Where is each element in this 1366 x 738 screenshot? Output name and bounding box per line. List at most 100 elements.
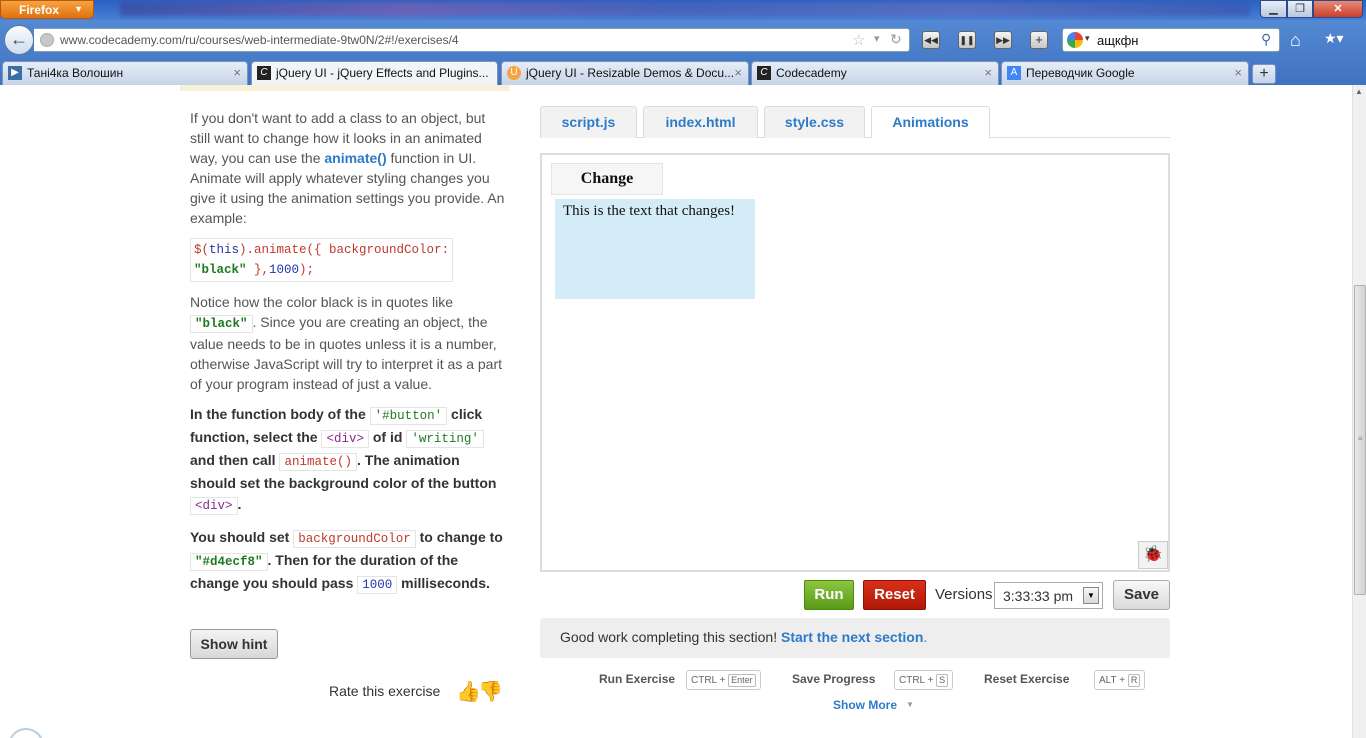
add-icon[interactable]: + xyxy=(1030,31,1048,49)
tab-strip: ▶ Тані4ка Волошин × C jQuery UI - jQuery… xyxy=(0,61,1366,85)
search-icon[interactable]: ⚲ xyxy=(1261,31,1271,48)
tab-codecademy[interactable]: C Codecademy × xyxy=(751,61,999,85)
chevron-down-icon[interactable]: ▼ xyxy=(1083,587,1099,604)
instructions-panel: If you don't want to add a class to an o… xyxy=(190,108,505,606)
page-scrollbar[interactable]: ▲ ≡ xyxy=(1352,85,1366,738)
fast-forward-icon[interactable]: ▶▶ xyxy=(994,31,1012,49)
url-bar[interactable]: www.codecademy.com/ru/courses/web-interm… xyxy=(34,28,910,52)
debug-bug-icon[interactable]: 🐞 xyxy=(1138,541,1168,569)
text: You should set xyxy=(190,529,294,545)
run-exercise-shortcut-label: Run Exercise xyxy=(599,672,676,686)
text: to change to xyxy=(415,529,503,545)
browser-chrome: Firefox ▼ ▁ ❐ ✕ ← www.codecademy.com/ru/… xyxy=(0,0,1366,85)
text: . xyxy=(237,496,242,512)
save-shortcut-keys: CTRL + S xyxy=(894,670,954,690)
bookmarks-menu-icon[interactable]: ★▾ xyxy=(1324,30,1354,50)
new-tab-button[interactable]: + xyxy=(1252,64,1276,84)
versions-select[interactable]: 3:33:33 pm ▼ xyxy=(994,582,1103,609)
version-value: 3:33:33 pm xyxy=(1003,588,1074,604)
show-hint-button[interactable]: Show hint xyxy=(190,629,278,659)
reload-icon[interactable]: ↻ xyxy=(890,31,902,48)
tab-jquery-effects[interactable]: C jQuery UI - jQuery Effects and Plugins… xyxy=(251,61,498,85)
save-progress-shortcut-label: Save Progress xyxy=(792,672,876,686)
home-icon[interactable]: ⌂ xyxy=(1290,30,1301,51)
navigation-toolbar: ← www.codecademy.com/ru/courses/web-inte… xyxy=(0,22,1366,60)
maximize-button[interactable]: ❐ xyxy=(1287,0,1313,18)
animate-doc-link[interactable]: animate() xyxy=(324,150,386,166)
tab-title: Codecademy xyxy=(776,66,847,80)
tab-google-translate[interactable]: A Переводчик Google × xyxy=(1001,61,1249,85)
key-modifier: ALT + xyxy=(1099,675,1128,686)
key-modifier: CTRL + xyxy=(899,675,937,686)
text: In the function body of the xyxy=(190,406,370,422)
inline-code: 1000 xyxy=(357,576,398,594)
code-line: $(this).animate({ backgroundColor: xyxy=(194,243,450,257)
bookmark-star-icon[interactable]: ☆ xyxy=(852,31,865,49)
inline-code: <div> xyxy=(321,430,369,448)
search-bar[interactable]: ▾ ащкфн ⚲ xyxy=(1062,28,1280,52)
text: milliseconds. xyxy=(397,575,490,591)
back-button[interactable]: ← xyxy=(4,25,34,55)
search-engine-dropdown-icon[interactable]: ▾ xyxy=(1085,33,1090,44)
inline-code: backgroundColor xyxy=(293,530,416,548)
help-widget[interactable] xyxy=(8,728,44,738)
close-tab-icon[interactable]: × xyxy=(233,65,241,80)
key-modifier: CTRL + xyxy=(691,675,729,686)
instruction-step-1: In the function body of the '#button' cl… xyxy=(190,404,505,517)
thumbs-down-icon[interactable]: 👎 xyxy=(478,679,503,704)
lesson-paragraph: If you don't want to add a class to an o… xyxy=(190,108,505,228)
section-complete-banner: Good work completing this section! Start… xyxy=(540,618,1170,658)
change-button[interactable]: Change xyxy=(551,163,663,195)
codecademy-icon: C xyxy=(257,66,271,80)
page-content: If you don't want to add a class to an o… xyxy=(0,85,1352,738)
code-line: "black" },1000); xyxy=(194,263,315,277)
tab-title: jQuery UI - Resizable Demos & Docu... xyxy=(526,66,735,80)
tab-title: Тані4ка Волошин xyxy=(27,66,124,80)
tab-index-html[interactable]: index.html xyxy=(643,106,758,138)
tab-tani4ka[interactable]: ▶ Тані4ка Волошин × xyxy=(2,61,248,85)
reset-exercise-shortcut-label: Reset Exercise xyxy=(984,672,1070,686)
scroll-thumb[interactable]: ≡ xyxy=(1354,285,1366,595)
scroll-up-icon[interactable]: ▲ xyxy=(1355,87,1363,96)
reset-shortcut-keys: ALT + R xyxy=(1094,670,1146,690)
play-icon: ▶ xyxy=(8,66,22,80)
show-more-link[interactable]: Show More xyxy=(833,698,897,712)
google-icon[interactable] xyxy=(1067,32,1083,48)
key-s: S xyxy=(936,674,949,687)
globe-icon xyxy=(40,33,54,47)
firefox-menu-button[interactable]: Firefox ▼ xyxy=(0,0,94,19)
writing-div: This is the text that changes! xyxy=(555,199,755,299)
title-bar: Firefox ▼ ▁ ❐ ✕ xyxy=(0,0,1366,20)
tab-animations[interactable]: Animations xyxy=(871,106,990,138)
rewind-icon[interactable]: ◀◀ xyxy=(922,31,940,49)
close-tab-icon[interactable]: × xyxy=(734,65,742,80)
tab-script-js[interactable]: script.js xyxy=(540,106,637,138)
close-tab-icon[interactable]: × xyxy=(984,65,992,80)
inline-code: "#d4ecf8" xyxy=(190,553,268,571)
instructions-header-strip xyxy=(180,85,510,91)
chevron-down-icon: ▼ xyxy=(906,700,914,709)
run-button[interactable]: Run xyxy=(804,580,854,610)
title-bar-text xyxy=(120,2,1250,16)
minimize-button[interactable]: ▁ xyxy=(1260,0,1287,18)
key-r: R xyxy=(1127,674,1141,687)
save-button[interactable]: Save xyxy=(1113,580,1170,610)
url-history-dropdown-icon[interactable]: ▾ xyxy=(874,32,880,45)
search-input[interactable]: ащкфн xyxy=(1097,33,1139,48)
close-tab-icon[interactable]: × xyxy=(1234,65,1242,80)
pause-icon[interactable]: ❚❚ xyxy=(958,31,976,49)
tab-title: jQuery UI - jQuery Effects and Plugins..… xyxy=(276,66,489,80)
tab-title: Переводчик Google xyxy=(1026,66,1135,80)
key-enter: Enter xyxy=(728,674,756,687)
text: and then call xyxy=(190,452,280,468)
inline-code: 'writing' xyxy=(406,430,484,448)
next-section-link[interactable]: Start the next section xyxy=(781,629,923,645)
jquery-ui-icon: U xyxy=(507,66,521,80)
tab-style-css[interactable]: style.css xyxy=(764,106,865,138)
reset-button[interactable]: Reset xyxy=(863,580,926,610)
chevron-down-icon: ▼ xyxy=(74,4,83,14)
inline-code: '#button' xyxy=(369,407,448,425)
back-arrow-icon: ← xyxy=(10,29,28,49)
tab-jquery-resizable[interactable]: U jQuery UI - Resizable Demos & Docu... … xyxy=(501,61,749,85)
close-window-button[interactable]: ✕ xyxy=(1313,0,1363,18)
